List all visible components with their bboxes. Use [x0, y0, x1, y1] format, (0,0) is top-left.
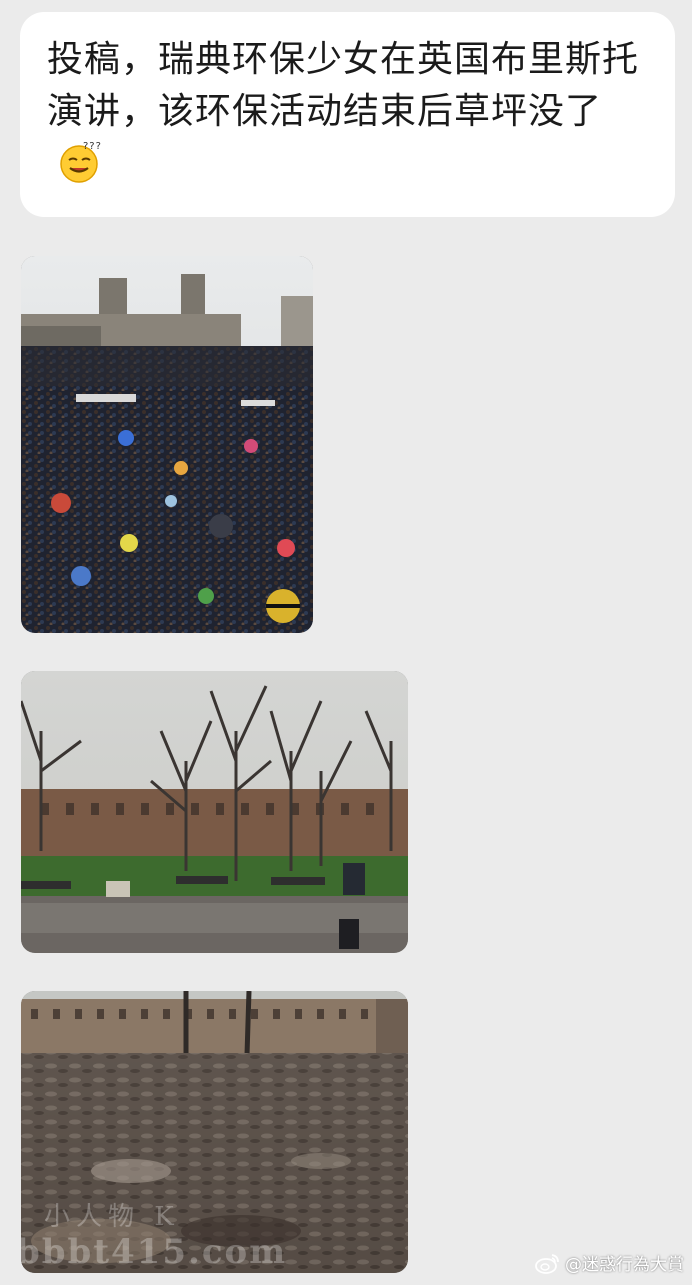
park-photo[interactable]: [21, 671, 408, 953]
mud-photo[interactable]: 小人物 K bbbt415.com: [21, 991, 408, 1273]
weibo-logo-icon: [535, 1253, 559, 1274]
message-text-line: 投稿，瑞典环保少女在英国布里斯托演讲，该环保活动结束后草坪没了 ???: [47, 34, 647, 191]
message-bubble[interactable]: 投稿，瑞典环保少女在英国布里斯托演讲，该环保活动结束后草坪没了 ???: [20, 12, 675, 217]
message-text: 投稿，瑞典环保少女在英国布里斯托演讲，该环保活动结束后草坪没了: [47, 39, 640, 132]
photo-watermark-line2: bbbt415.com: [21, 1232, 288, 1272]
svg-text:???: ???: [83, 141, 102, 152]
dizzy-smile-emoji-icon: ???: [60, 141, 102, 183]
photo-watermark-line1: 小人物 K: [44, 1202, 180, 1232]
weibo-watermark: @迷惑行為大賞: [535, 1250, 684, 1275]
park-lawn-image: [21, 671, 408, 953]
crowd-photo[interactable]: [21, 256, 313, 633]
crowd-rally-image: [21, 256, 313, 633]
weibo-watermark-text: @迷惑行為大賞: [565, 1255, 684, 1275]
